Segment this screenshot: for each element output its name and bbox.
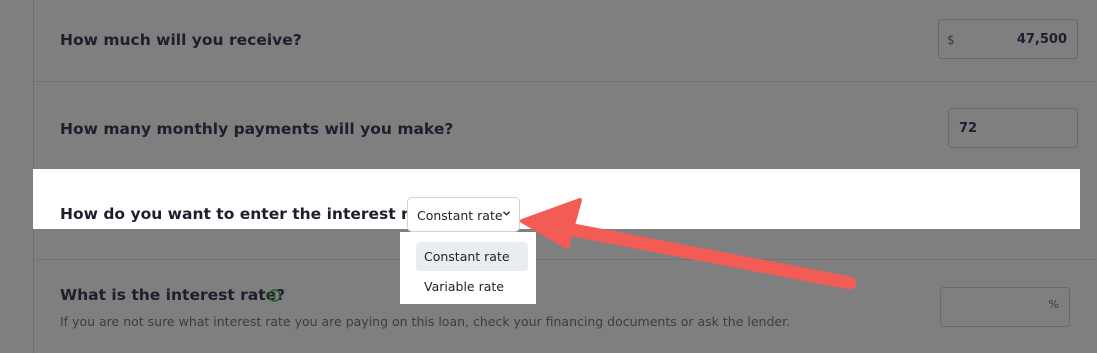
interest-question: What is the interest rate? [60, 286, 286, 304]
payments-question: How many monthly payments will you make? [60, 120, 454, 138]
receive-amount-input[interactable]: $ 47,500 [938, 19, 1078, 59]
payments-count-input[interactable]: 72 [948, 108, 1078, 148]
rate-entry-question: How do you want to enter the interest ra… [60, 205, 447, 223]
receive-amount-value: 47,500 [1016, 32, 1067, 47]
option-variable-rate[interactable]: Variable rate [416, 272, 528, 301]
rate-entry-selected: Constant rate [417, 208, 503, 223]
payments-count-value: 72 [959, 121, 978, 136]
currency-prefix: $ [947, 33, 955, 47]
interest-rate-input[interactable]: % [940, 287, 1070, 327]
chevron-down-icon [503, 211, 510, 216]
percent-suffix: % [1048, 298, 1059, 311]
option-constant-rate[interactable]: Constant rate [416, 242, 528, 271]
rate-entry-select[interactable]: Constant rate [407, 197, 520, 232]
info-circle-icon[interactable] [268, 289, 281, 302]
divider [34, 259, 1097, 260]
interest-help-text: If you are not sure what interest rate y… [60, 314, 791, 329]
receive-question: How much will you receive? [60, 31, 302, 49]
rate-entry-dropdown-menu: Constant rate Variable rate [400, 232, 536, 304]
divider [34, 81, 1097, 82]
